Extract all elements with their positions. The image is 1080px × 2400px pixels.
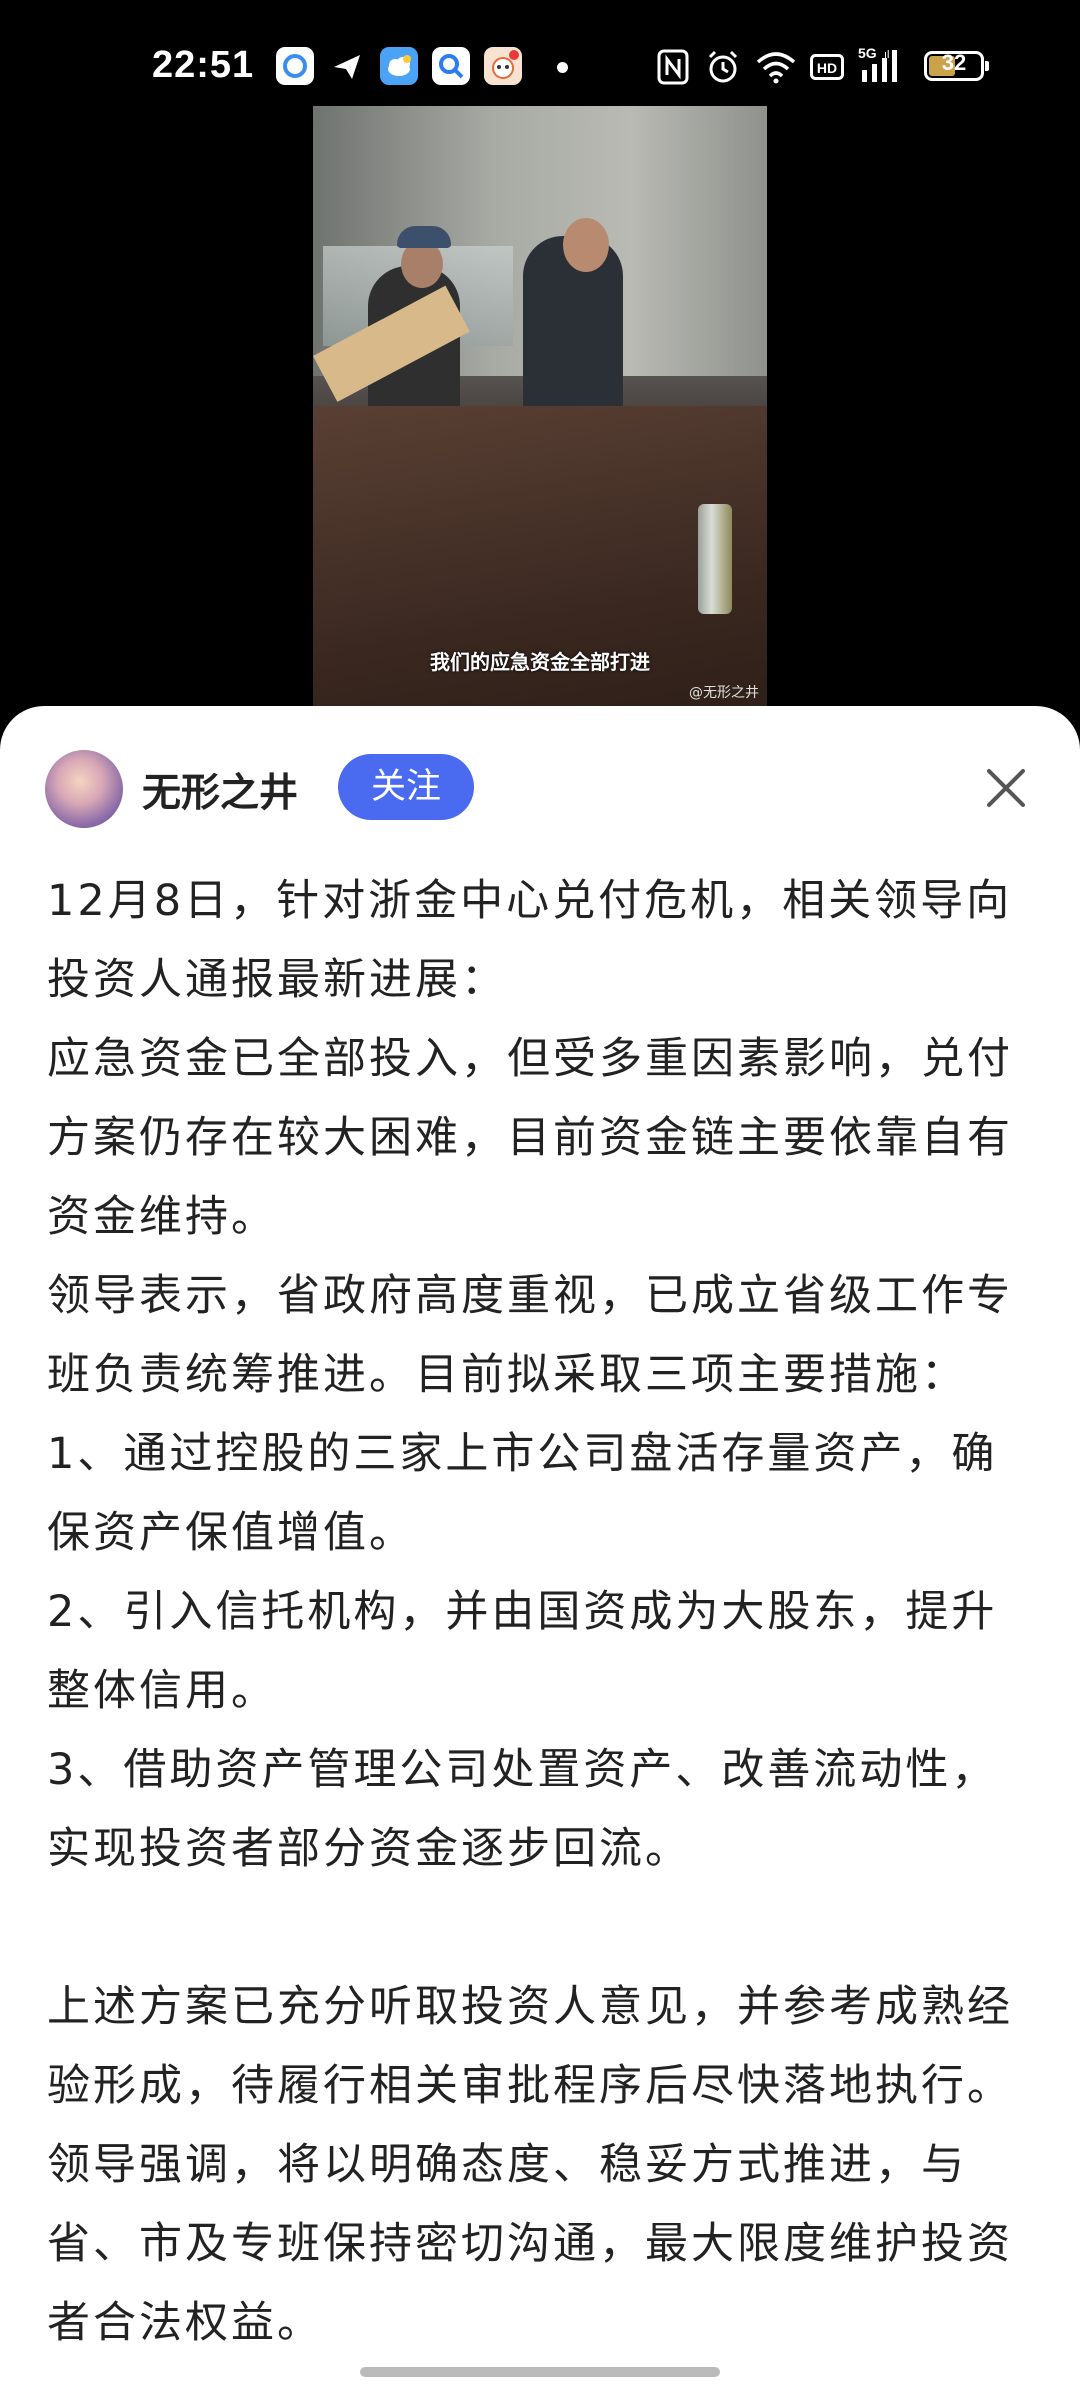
wifi-icon bbox=[756, 52, 796, 84]
messenger-app-icon bbox=[328, 47, 366, 85]
video-player[interactable]: 我们的应急资金全部打进 @无形之井 bbox=[313, 106, 767, 706]
post-sheet: 无形之井 关注 12月8日，针对浙金中心兑付危机，相关领导向投资人通报最新进展：… bbox=[0, 706, 1080, 2400]
browser-app-icon bbox=[276, 47, 314, 85]
svg-text:HD: HD bbox=[817, 60, 837, 76]
video-subtitle: 我们的应急资金全部打进 bbox=[430, 650, 650, 674]
paragraph: 1、通过控股的三家上市公司盘活存量资产，确保资产保值增值。 bbox=[47, 1429, 998, 1558]
search-app-icon bbox=[432, 47, 470, 85]
cartoon-app-icon bbox=[484, 47, 522, 85]
video-watermark: @无形之井 bbox=[689, 685, 759, 701]
follow-button[interactable]: 关注 bbox=[338, 754, 474, 820]
close-icon[interactable] bbox=[984, 766, 1028, 810]
home-indicator[interactable] bbox=[360, 2367, 720, 2377]
status-time: 22:51 bbox=[152, 44, 255, 86]
cloud-app-icon bbox=[380, 47, 418, 85]
paragraph: 3、借助资产管理公司处置资产、改善流动性，实现投资者部分资金逐步回流。 bbox=[47, 1745, 998, 1874]
paragraph: 12月8日，针对浙金中心兑付危机，相关领导向投资人通报最新进展： bbox=[47, 876, 1013, 1005]
nfc-icon bbox=[657, 49, 689, 85]
paragraph: 领导表示，省政府高度重视，已成立省级工作专班负责统筹推进。目前拟采取三项主要措施… bbox=[47, 1271, 1013, 1400]
paragraph: 上述方案已充分听取投资人意见，并参考成熟经验形成，待履行相关审批程序后尽快落地执… bbox=[47, 1982, 1013, 2348]
author-name[interactable]: 无形之井 bbox=[142, 762, 298, 818]
notification-dot bbox=[557, 62, 568, 73]
svg-text:5G: 5G bbox=[858, 45, 877, 61]
post-content: 12月8日，针对浙金中心兑付危机，相关领导向投资人通报最新进展： 应急资金已全部… bbox=[47, 862, 1037, 2363]
5g-signal-icon: 5G ıl bbox=[858, 45, 897, 82]
paragraph: 2、引入信托机构，并由国资成为大股东，提升整体信用。 bbox=[47, 1587, 998, 1716]
battery-percent: 32 bbox=[941, 50, 967, 75]
alarm-icon bbox=[708, 50, 738, 83]
svg-text:ıl: ıl bbox=[884, 49, 890, 61]
author-avatar[interactable] bbox=[45, 750, 123, 828]
paragraph: 应急资金已全部投入，但受多重因素影响，兑付方案仍存在较大困难，目前资金链主要依靠… bbox=[47, 1034, 1013, 1242]
battery-icon: 32 bbox=[924, 50, 989, 81]
hd-icon: HD bbox=[810, 54, 844, 80]
